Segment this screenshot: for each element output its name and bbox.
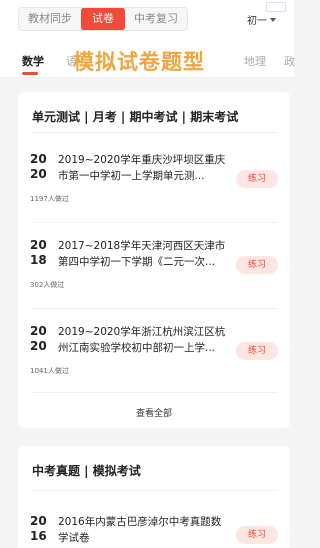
attempt-count: 1041人做过 (30, 367, 69, 375)
practice-button[interactable]: 练习 (236, 526, 278, 544)
section-heading: 单元测试 | 月考 | 期中考试 | 期末考试 (32, 110, 239, 124)
attempt-count: 302人做过 (30, 281, 65, 289)
grade-label: 初一 (247, 16, 267, 27)
attempt-count: 1197人做过 (30, 195, 69, 203)
top-tab-bar: 教材同步 试卷 中考复习 初一 (0, 0, 294, 38)
segmented-control: 教材同步 试卷 中考复习 (18, 7, 188, 31)
subject-tab-politics[interactable]: 政 (284, 53, 295, 69)
paper-title: 2017~2018学年天津河西区天津市第四中学初一下学期《二元一次... (58, 240, 226, 268)
practice-button[interactable]: 练习 (236, 256, 278, 274)
tab-textbook-sync[interactable]: 教材同步 (19, 8, 81, 30)
divider (32, 132, 278, 133)
logo-watermark-icon (266, 2, 286, 12)
active-tab-indicator (22, 72, 38, 75)
chevron-down-icon (270, 17, 276, 22)
zhongkao-section-card: 中考真题 | 模拟考试 20 16 2016年内蒙古巴彦淖尔中考真题数学试卷 练… (18, 446, 290, 548)
overlay-title: 模拟试卷题型 (73, 50, 205, 74)
exam-section-card: 单元测试 | 月考 | 期中考试 | 期末考试 20 20 2019~2020学… (18, 92, 290, 428)
view-all-link[interactable]: 查看全部 (18, 406, 290, 419)
divider (32, 222, 278, 223)
paper-title: 2019~2020学年浙江杭州滨江区杭州江南实验学校初中部初一上学... (58, 326, 226, 354)
divider (32, 490, 278, 491)
subject-tab-geography[interactable]: 地理 (244, 53, 266, 69)
tab-exam-papers[interactable]: 试卷 (81, 8, 125, 30)
divider (32, 308, 278, 309)
tab-zhongkao-review[interactable]: 中考复习 (125, 8, 187, 30)
section-heading: 中考真题 | 模拟考试 (32, 464, 141, 478)
paper-title: 2019~2020学年重庆沙坪坝区重庆市第一中学初一上学期单元测... (58, 154, 226, 182)
practice-button[interactable]: 练习 (236, 342, 278, 360)
year-badge: 20 20 (30, 324, 47, 353)
year-badge: 20 16 (30, 514, 47, 543)
divider (32, 392, 278, 393)
grade-selector[interactable]: 初一 (247, 12, 276, 27)
year-badge: 20 20 (30, 152, 47, 181)
subject-tab-math[interactable]: 数学 (22, 53, 44, 69)
year-badge: 20 18 (30, 238, 47, 267)
paper-title: 2016年内蒙古巴彦淖尔中考真题数学试卷 (58, 516, 222, 544)
practice-button[interactable]: 练习 (236, 170, 278, 188)
